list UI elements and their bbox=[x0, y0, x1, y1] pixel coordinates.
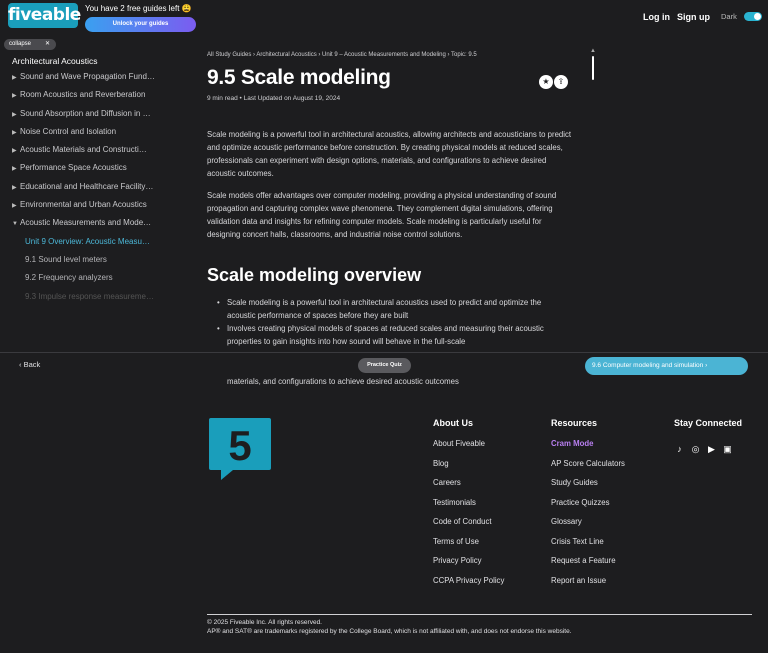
footer-connect-column: Stay Connected ♪ ◎ ▶ ▣ bbox=[674, 418, 742, 457]
sidebar-item-unit-2[interactable]: ▶ Room Acoustics and Reverberation bbox=[12, 89, 192, 107]
share-icon[interactable]: ⇪ bbox=[554, 75, 568, 89]
sidebar-subitem-9-3[interactable]: 9.3 Impulse response measureme… bbox=[12, 291, 192, 309]
footer-link-cram-mode[interactable]: Cram Mode bbox=[551, 439, 625, 459]
unlock-guides-button[interactable]: Unlock your guides bbox=[85, 17, 196, 32]
caret-right-icon: ▶ bbox=[12, 148, 17, 155]
footer-link-glossary[interactable]: Glossary bbox=[551, 517, 625, 537]
read-time-meta: 9 min read • Last Updated on August 19, … bbox=[207, 95, 341, 102]
sidebar-subitem-9-1[interactable]: 9.1 Sound level meters bbox=[12, 254, 192, 272]
free-guides-text: You have 2 free guides left 😩 bbox=[85, 4, 192, 13]
caret-right-icon: ▶ bbox=[12, 184, 17, 191]
collapse-button[interactable]: collapse ✕ bbox=[4, 39, 56, 50]
footer-link-conduct[interactable]: Code of Conduct bbox=[433, 517, 504, 537]
sidebar-item-unit-3[interactable]: ▶ Sound Absorption and Diffusion in … bbox=[12, 108, 192, 126]
social-icons: ♪ ◎ ▶ ▣ bbox=[674, 439, 742, 457]
trademark-text: AP® and SAT® are trademarks registered b… bbox=[207, 628, 572, 635]
footer-link-study-guides[interactable]: Study Guides bbox=[551, 478, 625, 498]
login-link[interactable]: Log in bbox=[643, 12, 670, 22]
logo-digit: 5 bbox=[228, 422, 251, 469]
toggle-knob bbox=[754, 13, 761, 20]
footer-about-heading: About Us bbox=[433, 418, 473, 428]
intro-paragraph-2: Scale models offer advantages over compu… bbox=[207, 191, 557, 239]
footer-link-privacy[interactable]: Privacy Policy bbox=[433, 556, 504, 576]
bottom-nav-bar: ‹ Back Practice Quiz 9.6 Computer modeli… bbox=[0, 352, 768, 378]
back-button[interactable]: ‹ Back bbox=[19, 360, 40, 369]
caret-right-icon: ▶ bbox=[12, 166, 17, 173]
footer-link-practice-quizzes[interactable]: Practice Quizzes bbox=[551, 498, 625, 518]
footer-about-column: About Us About Fiveable Blog Careers Tes… bbox=[433, 418, 504, 595]
linkedin-icon[interactable]: ▣ bbox=[722, 444, 733, 455]
list-item: Scale modeling is a powerful tool in arc… bbox=[217, 296, 567, 322]
star-icon[interactable]: ★ bbox=[539, 75, 553, 89]
tiktok-icon[interactable]: ♪ bbox=[674, 444, 685, 455]
partial-bullet-text: materials, and configurations to achieve… bbox=[227, 377, 459, 386]
collapse-label: collapse bbox=[9, 41, 32, 47]
footer-link-terms[interactable]: Terms of Use bbox=[433, 537, 504, 557]
fiveable-logo[interactable]: fiveable bbox=[8, 3, 81, 28]
page-action-icons: ★ ⇪ bbox=[539, 71, 569, 89]
section-heading: Scale modeling overview bbox=[207, 265, 422, 285]
caret-down-icon: ▼ bbox=[12, 221, 18, 228]
sidebar: collapse ✕ Architectural Acoustics ▶ Soun… bbox=[0, 36, 196, 352]
list-item: Involves creating physical models of spa… bbox=[217, 322, 567, 348]
footer-link-testimonials[interactable]: Testimonials bbox=[433, 498, 504, 518]
footer-link-report-issue[interactable]: Report an Issue bbox=[551, 576, 625, 596]
footer-connect-heading: Stay Connected bbox=[674, 418, 743, 428]
youtube-icon[interactable]: ▶ bbox=[706, 444, 717, 455]
intro-paragraph-1: Scale modeling is a powerful tool in arc… bbox=[207, 130, 572, 178]
footer-divider bbox=[207, 614, 752, 615]
page-title: 9.5 Scale modeling bbox=[207, 66, 391, 89]
footer-resources-column: Resources Cram Mode AP Score Calculators… bbox=[551, 418, 625, 595]
caret-right-icon: ▶ bbox=[12, 203, 17, 210]
caret-right-icon: ▶ bbox=[12, 75, 17, 81]
instagram-icon[interactable]: ◎ bbox=[690, 444, 701, 455]
fiveable-footer-logo[interactable]: 5 bbox=[207, 416, 273, 482]
sidebar-item-unit-8[interactable]: ▶ Environmental and Urban Acoustics bbox=[12, 199, 192, 217]
sidebar-course-title[interactable]: Architectural Acoustics bbox=[12, 56, 98, 66]
sidebar-item-unit-1[interactable]: ▶ Sound and Wave Propagation Fund… bbox=[12, 71, 192, 89]
next-topic-button[interactable]: 9.6 Computer modeling and simulation › bbox=[585, 357, 748, 375]
close-icon: ✕ bbox=[44, 41, 50, 47]
caret-right-icon: ▶ bbox=[12, 129, 17, 136]
sidebar-subitem-9-2[interactable]: 9.2 Frequency analyzers bbox=[12, 272, 192, 290]
practice-quiz-button[interactable]: Practice Quiz bbox=[358, 358, 411, 373]
chevron-right-icon: › bbox=[705, 362, 708, 369]
scrollbar-thumb[interactable] bbox=[592, 56, 594, 80]
sidebar-unit-list: ▶ Sound and Wave Propagation Fund… ▶ Room … bbox=[12, 71, 192, 309]
footer-link-ap-score[interactable]: AP Score Calculators bbox=[551, 459, 625, 479]
copyright-text: © 2025 Fiveable Inc. All rights reserved… bbox=[207, 619, 322, 626]
breadcrumb[interactable]: All Study Guides › Architectural Acousti… bbox=[207, 52, 477, 58]
footer-link-ccpa[interactable]: CCPA Privacy Policy bbox=[433, 576, 504, 596]
dark-mode-label: Dark bbox=[721, 12, 737, 21]
dark-mode-toggle[interactable] bbox=[744, 12, 762, 21]
footer-link-careers[interactable]: Careers bbox=[433, 478, 504, 498]
footer-link-about[interactable]: About Fiveable bbox=[433, 439, 504, 459]
sidebar-item-unit-5[interactable]: ▶ Acoustic Materials and Constructi… bbox=[12, 144, 192, 162]
footer-link-blog[interactable]: Blog bbox=[433, 459, 504, 479]
overview-bullets: Scale modeling is a powerful tool in arc… bbox=[217, 296, 567, 348]
signup-link[interactable]: Sign up bbox=[677, 12, 710, 22]
top-header: fiveable You have 2 free guides left 😩 U… bbox=[0, 0, 768, 36]
sidebar-item-unit-7[interactable]: ▶ Educational and Healthcare Facility… bbox=[12, 181, 192, 199]
scroll-up-icon[interactable]: ▲ bbox=[590, 48, 596, 54]
sidebar-subitem-unit-9-overview[interactable]: Unit 9 Overview: Acoustic Measu… bbox=[12, 236, 192, 254]
footer-link-request-feature[interactable]: Request a Feature bbox=[551, 556, 625, 576]
sidebar-item-unit-6[interactable]: ▶ Performance Space Acoustics bbox=[12, 162, 192, 180]
footer-link-crisis[interactable]: Crisis Text Line bbox=[551, 537, 625, 557]
caret-right-icon: ▶ bbox=[12, 93, 17, 100]
footer-resources-heading: Resources bbox=[551, 418, 598, 428]
sidebar-item-unit-9[interactable]: ▼ Acoustic Measurements and Mode… bbox=[12, 217, 192, 235]
sidebar-item-unit-4[interactable]: ▶ Noise Control and Isolation bbox=[12, 126, 192, 144]
caret-right-icon: ▶ bbox=[12, 111, 17, 118]
